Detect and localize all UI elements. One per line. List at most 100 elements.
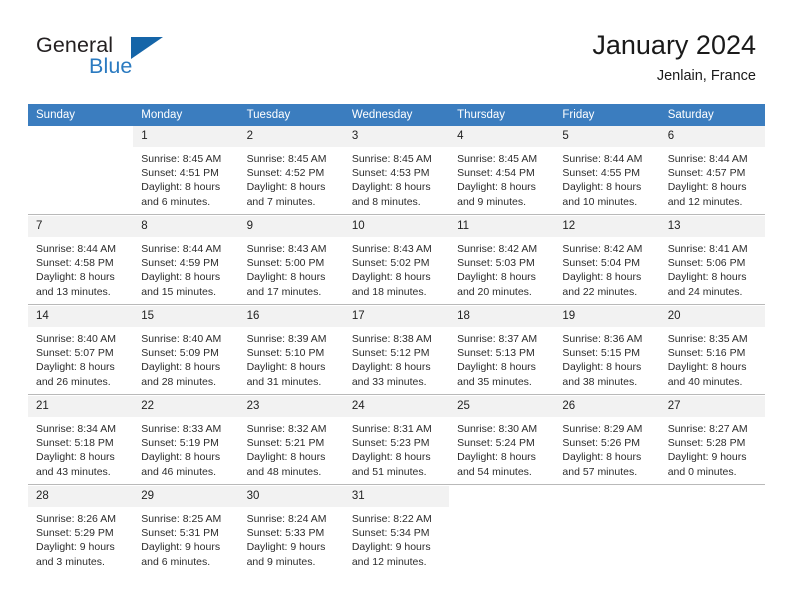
day-daylight-line: Daylight: 8 hours [351, 451, 431, 464]
calendar-day-cell[interactable]: 8 Sunrise: 8:44 AM Sunset: 4:59 PM Daylight… [133, 216, 239, 305]
calendar-day-cell[interactable]: 25 Sunrise: 8:30 AM Sunset: 5:24 PM Dayligh… [449, 396, 555, 485]
calendar-day-cell[interactable]: 26 Sunrise: 8:29 AM Sunset: 5:26 PM Dayligh… [554, 396, 660, 485]
day-sunrise-line: Sunrise: 8:22 AM [351, 513, 432, 525]
day-number [449, 486, 555, 507]
day-sunset-line: Sunset: 4:58 PM [36, 257, 114, 270]
day-sunrise-line: Sunrise: 8:45 AM [351, 153, 432, 165]
calendar-day-cell[interactable]: 6 Sunrise: 8:44 AM Sunset: 4:57 PM Daylight… [659, 126, 765, 215]
day-number: 18 [449, 306, 555, 327]
calendar-day-cell[interactable]: 27 Sunrise: 8:27 AM Sunset: 5:28 PM Dayligh… [659, 396, 765, 485]
day-number: 11 [449, 216, 555, 237]
day-daylight-line: Daylight: 8 hours [457, 271, 536, 284]
day-sunrise-line: Sunrise: 8:27 AM [667, 423, 748, 435]
calendar-page: General Blue January 2024 Jenlain, Franc… [0, 0, 792, 612]
calendar-day-cell[interactable]: 4 Sunrise: 8:45 AM Sunset: 4:54 PM Daylight… [449, 126, 555, 215]
day-details: Sunrise: 8:43 AM Sunset: 5:02 PM Daylight:… [344, 237, 449, 299]
weekday-header-row: Sunday Monday Tuesday Wednesday Thursday… [28, 104, 765, 126]
weekday-header-sunday: Sunday [28, 104, 134, 126]
day-cell-inner [449, 486, 555, 574]
calendar-day-cell[interactable]: 29 Sunrise: 8:25 AM Sunset: 5:31 PM Dayligh… [133, 486, 239, 574]
day-cell-inner: 4 Sunrise: 8:45 AM Sunset: 4:54 PM Daylight… [449, 126, 555, 214]
day-cell-inner: 8 Sunrise: 8:44 AM Sunset: 4:59 PM Daylight… [133, 216, 239, 304]
day-sunset-line: Sunset: 5:03 PM [457, 257, 535, 270]
day-cell-inner: 31 Sunrise: 8:22 AM Sunset: 5:34 PM Dayligh… [343, 486, 450, 574]
calendar-day-cell[interactable]: 10 Sunrise: 8:43 AM Sunset: 5:02 PM Dayligh… [343, 216, 450, 305]
day-sunrise-line: Sunrise: 8:30 AM [457, 423, 538, 435]
day-daylight-line: and 35 minutes. [457, 375, 532, 388]
calendar-day-cell[interactable]: 17 Sunrise: 8:38 AM Sunset: 5:12 PM Dayligh… [343, 306, 450, 395]
day-daylight-line: Daylight: 8 hours [562, 451, 642, 464]
day-cell-inner [28, 126, 134, 214]
day-sunset-line: Sunset: 5:15 PM [562, 347, 641, 360]
calendar-day-cell[interactable]: 11 Sunrise: 8:42 AM Sunset: 5:03 PM Dayligh… [449, 216, 555, 305]
calendar-day-cell[interactable]: 3 Sunrise: 8:45 AM Sunset: 4:53 PM Daylight… [343, 126, 450, 215]
calendar-day-cell[interactable]: 19 Sunrise: 8:36 AM Sunset: 5:15 PM Dayligh… [554, 306, 660, 395]
calendar-day-cell[interactable]: 15 Sunrise: 8:40 AM Sunset: 5:09 PM Dayligh… [133, 306, 239, 395]
day-daylight-line: Daylight: 8 hours [667, 181, 747, 194]
day-daylight-line: Daylight: 8 hours [667, 361, 747, 374]
day-number: 10 [343, 216, 450, 237]
calendar-day-cell[interactable]: 13 Sunrise: 8:41 AM Sunset: 5:06 PM Dayligh… [659, 216, 765, 305]
day-details: Sunrise: 8:29 AM Sunset: 5:26 PM Daylight:… [554, 417, 659, 479]
calendar-day-cell[interactable]: 7 Sunrise: 8:44 AM Sunset: 4:58 PM Daylight… [28, 216, 134, 305]
calendar-day-cell[interactable]: 30 Sunrise: 8:24 AM Sunset: 5:33 PM Dayligh… [238, 486, 344, 574]
day-daylight-line: and 33 minutes. [351, 375, 427, 388]
day-number: 29 [133, 486, 239, 507]
day-daylight-line: and 12 minutes. [667, 195, 743, 208]
day-sunrise-line: Sunrise: 8:43 AM [351, 243, 432, 255]
day-sunrise-line: Sunrise: 8:45 AM [457, 153, 538, 165]
day-sunset-line: Sunset: 5:24 PM [457, 437, 535, 450]
calendar-day-cell[interactable]: 21 Sunrise: 8:34 AM Sunset: 5:18 PM Dayligh… [28, 396, 134, 485]
day-cell-inner: 3 Sunrise: 8:45 AM Sunset: 4:53 PM Daylight… [343, 126, 450, 214]
calendar-day-cell[interactable]: 1 Sunrise: 8:45 AM Sunset: 4:51 PM Daylight… [133, 126, 239, 215]
page-header: General Blue January 2024 Jenlain, Franc… [0, 0, 792, 100]
day-sunrise-line: Sunrise: 8:40 AM [36, 333, 116, 345]
day-details: Sunrise: 8:22 AM Sunset: 5:34 PM Daylight:… [344, 507, 449, 569]
day-number: 12 [554, 216, 660, 237]
calendar-day-cell[interactable]: 12 Sunrise: 8:42 AM Sunset: 5:04 PM Dayligh… [554, 216, 660, 305]
calendar-day-cell[interactable]: 18 Sunrise: 8:37 AM Sunset: 5:13 PM Dayligh… [449, 306, 555, 395]
day-cell-inner: 17 Sunrise: 8:38 AM Sunset: 5:12 PM Dayligh… [343, 306, 450, 394]
day-details: Sunrise: 8:30 AM Sunset: 5:24 PM Daylight:… [449, 417, 554, 479]
calendar-day-cell[interactable]: 28 Sunrise: 8:26 AM Sunset: 5:29 PM Dayligh… [28, 486, 134, 574]
day-number: 13 [659, 216, 765, 237]
day-sunset-line: Sunset: 4:57 PM [667, 167, 746, 180]
day-cell-inner: 11 Sunrise: 8:42 AM Sunset: 5:03 PM Dayligh… [449, 216, 555, 304]
calendar-day-cell[interactable]: 20 Sunrise: 8:35 AM Sunset: 5:16 PM Dayligh… [659, 306, 765, 395]
day-daylight-line: and 51 minutes. [351, 465, 427, 478]
calendar-day-cell[interactable]: 23 Sunrise: 8:32 AM Sunset: 5:21 PM Dayligh… [238, 396, 344, 485]
day-number: 22 [133, 396, 239, 417]
calendar-day-cell[interactable]: 2 Sunrise: 8:45 AM Sunset: 4:52 PM Daylight… [238, 126, 344, 215]
day-daylight-line: Daylight: 8 hours [457, 181, 536, 194]
calendar-day-cell[interactable]: 24 Sunrise: 8:31 AM Sunset: 5:23 PM Dayligh… [343, 396, 450, 485]
day-sunrise-line: Sunrise: 8:42 AM [562, 243, 643, 255]
calendar-day-cell[interactable]: 22 Sunrise: 8:33 AM Sunset: 5:19 PM Dayligh… [133, 396, 239, 485]
day-daylight-line: Daylight: 9 hours [36, 541, 115, 554]
calendar-day-cell[interactable]: 16 Sunrise: 8:39 AM Sunset: 5:10 PM Dayligh… [238, 306, 344, 395]
calendar-day-cell[interactable]: 31 Sunrise: 8:22 AM Sunset: 5:34 PM Dayligh… [343, 486, 450, 574]
day-details: Sunrise: 8:35 AM Sunset: 5:16 PM Daylight:… [660, 327, 765, 389]
day-number: 7 [28, 216, 134, 237]
calendar-day-cell[interactable]: 9 Sunrise: 8:43 AM Sunset: 5:00 PM Daylight… [238, 216, 344, 305]
day-daylight-line: and 9 minutes. [246, 555, 316, 568]
day-details: Sunrise: 8:38 AM Sunset: 5:12 PM Daylight:… [344, 327, 449, 389]
day-number: 4 [449, 126, 555, 147]
day-cell-inner: 1 Sunrise: 8:45 AM Sunset: 4:51 PM Daylight… [133, 126, 239, 214]
day-sunset-line: Sunset: 5:29 PM [36, 527, 114, 540]
day-daylight-line: Daylight: 8 hours [246, 181, 326, 194]
day-cell-inner: 21 Sunrise: 8:34 AM Sunset: 5:18 PM Dayligh… [28, 396, 134, 484]
day-cell-inner: 14 Sunrise: 8:40 AM Sunset: 5:07 PM Dayligh… [28, 306, 134, 394]
calendar-day-cell[interactable]: 5 Sunrise: 8:44 AM Sunset: 4:55 PM Daylight… [554, 126, 660, 215]
day-cell-inner: 10 Sunrise: 8:43 AM Sunset: 5:02 PM Dayligh… [343, 216, 450, 304]
day-details: Sunrise: 8:45 AM Sunset: 4:54 PM Daylight:… [449, 147, 554, 209]
day-details: Sunrise: 8:45 AM Sunset: 4:51 PM Daylight:… [133, 147, 238, 209]
day-sunrise-line: Sunrise: 8:45 AM [246, 153, 327, 165]
day-sunrise-line: Sunrise: 8:44 AM [36, 243, 116, 255]
day-sunrise-line: Sunrise: 8:39 AM [246, 333, 327, 345]
day-sunrise-line: Sunrise: 8:29 AM [562, 423, 643, 435]
day-number: 3 [343, 126, 450, 147]
day-details: Sunrise: 8:44 AM Sunset: 4:59 PM Daylight:… [133, 237, 238, 299]
calendar-day-cell[interactable]: 14 Sunrise: 8:40 AM Sunset: 5:07 PM Dayligh… [28, 306, 134, 395]
day-sunset-line: Sunset: 5:26 PM [562, 437, 641, 450]
calendar-day-cell [659, 486, 765, 574]
